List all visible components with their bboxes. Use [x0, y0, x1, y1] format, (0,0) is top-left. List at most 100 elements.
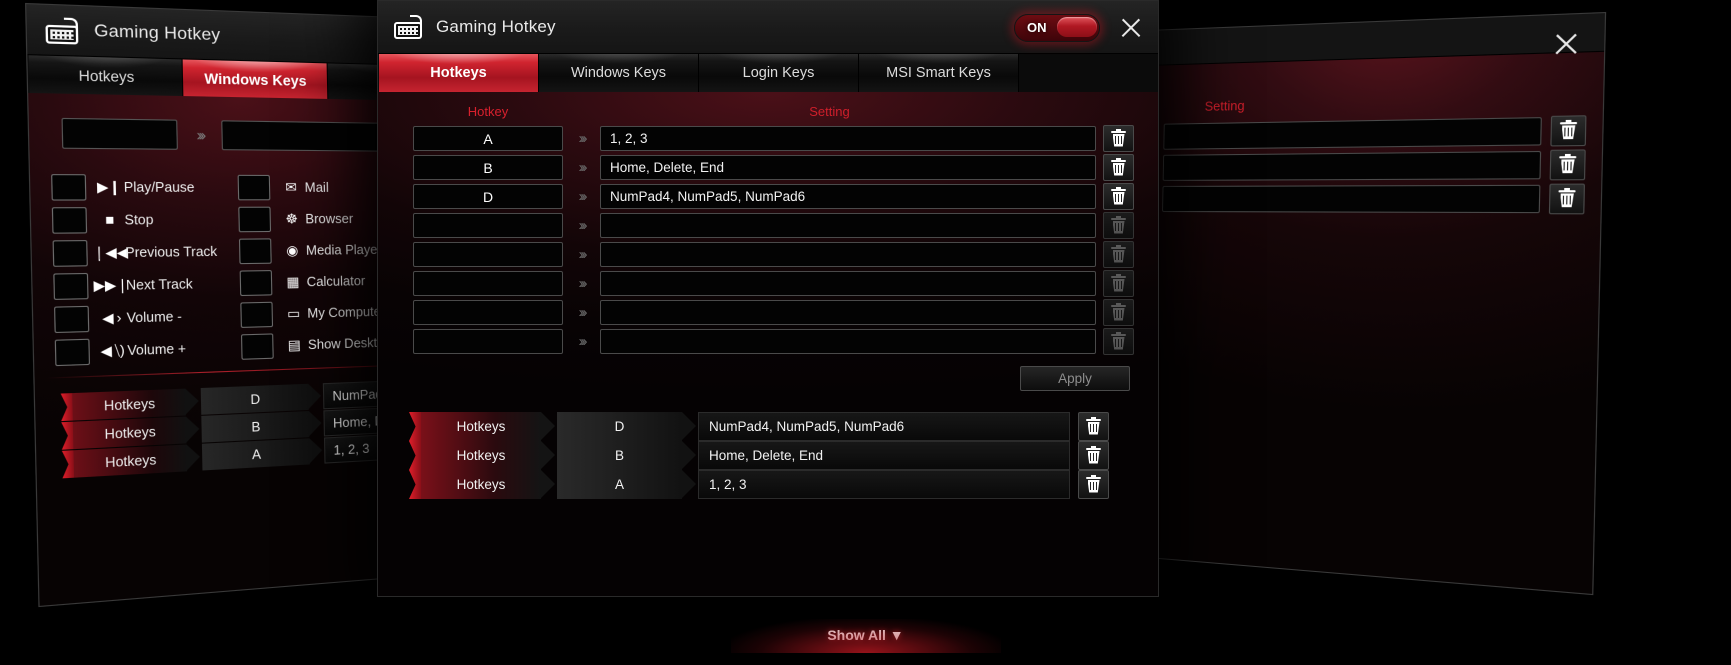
delete-button[interactable] — [1103, 125, 1134, 152]
table-row: D ››› NumPad4, NumPad5, NumPad6 — [413, 182, 1158, 211]
checkbox[interactable] — [54, 305, 90, 333]
power-toggle[interactable]: ON — [1014, 13, 1100, 42]
left-key-play-pause[interactable]: ▶❙ Play/Pause — [51, 173, 216, 201]
delete-button[interactable] — [1549, 148, 1586, 180]
trash-icon — [1111, 157, 1126, 176]
trash-icon — [1111, 128, 1126, 147]
checkbox[interactable] — [54, 338, 91, 366]
right-setting-field[interactable] — [1162, 150, 1542, 181]
hotkey-field[interactable] — [413, 213, 563, 238]
left-key-mail[interactable]: ✉ Mail — [237, 174, 388, 201]
delete-button[interactable] — [1103, 154, 1134, 181]
setting-field[interactable] — [600, 271, 1096, 296]
close-icon[interactable] — [1551, 29, 1581, 59]
delete-button[interactable] — [1103, 183, 1134, 210]
checkbox[interactable] — [237, 174, 271, 200]
left-key-label: Calculator — [306, 273, 366, 289]
volume-up-icon: ◀ ⧹) — [100, 341, 125, 359]
setting-field[interactable] — [600, 300, 1096, 325]
list-item[interactable]: Hotkeys B Home, Delete, End — [409, 441, 1109, 470]
left-key-calculator[interactable]: ▦ Calculator — [239, 267, 390, 296]
next-track-icon: ▶▶❘ — [93, 276, 129, 294]
setting-field[interactable] — [600, 242, 1096, 267]
left-key-next-track[interactable]: ▶▶❘ Next Track — [53, 270, 218, 300]
list-item-key: B — [201, 411, 310, 443]
tab-hotkeys[interactable]: Hotkeys — [379, 54, 539, 92]
trash-icon — [1086, 474, 1101, 493]
list-item[interactable]: Hotkeys D NumPad4, NumPad5, NumPad6 — [409, 412, 1109, 441]
list-item-key: B — [557, 441, 696, 470]
table-row: ››› — [413, 298, 1158, 327]
left-key-volume-up[interactable]: ◀ ⧹) Volume + — [54, 334, 220, 366]
left-key-stop[interactable]: ■ Stop — [51, 206, 217, 234]
show-all-button[interactable]: Show All ▼ — [809, 623, 921, 647]
my-computer-icon: ▭ — [286, 304, 301, 321]
delete-button[interactable] — [1078, 470, 1109, 499]
left-key-media-player[interactable]: ◉ Media Player — [238, 236, 390, 264]
list-item-key: D — [200, 383, 309, 415]
left-key-browser[interactable]: ☸ Browser — [237, 205, 389, 232]
checkbox[interactable] — [238, 237, 272, 264]
setting-field[interactable] — [600, 329, 1096, 354]
left-key-show-desktop[interactable]: ▤ Show Desktop — [240, 329, 392, 360]
hotkey-field[interactable] — [413, 329, 563, 354]
tab-windows-keys[interactable]: Windows Keys — [539, 54, 699, 92]
background-window-right[interactable]: Setting — [1142, 11, 1607, 596]
chevron-right-icon: ››› — [578, 217, 588, 234]
left-key-previous-track[interactable]: ❘◀◀ Previous Track — [52, 238, 218, 267]
left-tab-hotkeys[interactable]: Hotkeys — [28, 55, 184, 97]
checkbox[interactable] — [51, 206, 88, 234]
checkbox[interactable] — [239, 269, 273, 296]
right-setting-field[interactable] — [1162, 184, 1541, 213]
delete-button[interactable] — [1103, 328, 1134, 355]
setting-field[interactable] — [600, 213, 1096, 238]
checkbox[interactable] — [51, 173, 87, 201]
hotkey-field[interactable]: A — [413, 126, 563, 151]
tab-login-keys[interactable]: Login Keys — [699, 54, 859, 92]
left-key-volume-down[interactable]: ◀ › Volume - — [54, 302, 219, 333]
checkbox[interactable] — [53, 272, 89, 300]
delete-button[interactable] — [1103, 212, 1134, 239]
delete-button[interactable] — [1548, 182, 1586, 214]
list-item-key: D — [557, 412, 696, 441]
list-item-category: Hotkeys — [421, 470, 555, 499]
play-pause-icon: ▶❙ — [96, 178, 122, 195]
arrow-marker-icon — [409, 412, 421, 441]
delete-button[interactable] — [1103, 270, 1134, 297]
list-item[interactable]: Hotkeys A 1, 2, 3 — [409, 470, 1109, 499]
delete-button[interactable] — [1103, 299, 1134, 326]
left-key-label: Volume + — [127, 340, 187, 358]
list-item-setting: 1, 2, 3 — [698, 470, 1070, 499]
trash-icon — [1111, 331, 1126, 350]
left-window-title: Gaming Hotkey — [93, 21, 221, 44]
hotkey-field[interactable]: D — [413, 184, 563, 209]
hotkey-field[interactable] — [413, 271, 563, 296]
apply-button[interactable]: Apply — [1020, 366, 1130, 391]
delete-button[interactable] — [1078, 412, 1109, 441]
hotkey-summary-list: Hotkeys D NumPad4, NumPad5, NumPad6 Hotk… — [409, 412, 1109, 499]
hotkey-field[interactable]: B — [413, 155, 563, 180]
hotkey-field[interactable] — [413, 300, 563, 325]
left-key-label: Volume - — [126, 308, 183, 326]
setting-field[interactable]: 1, 2, 3 — [600, 126, 1096, 151]
gaming-hotkey-dialog[interactable]: Gaming Hotkey ON Hotkeys Windows Keys Lo… — [377, 0, 1159, 597]
left-key-label: Media Player — [305, 241, 382, 258]
close-icon[interactable] — [1118, 15, 1144, 41]
checkbox[interactable] — [240, 332, 274, 360]
checkbox[interactable] — [52, 239, 88, 267]
checkbox[interactable] — [239, 301, 273, 328]
setting-field[interactable]: NumPad4, NumPad5, NumPad6 — [600, 184, 1096, 209]
show-all-bar: Show All ▼ — [0, 617, 1731, 653]
delete-button[interactable] — [1078, 441, 1109, 470]
delete-button[interactable] — [1550, 114, 1587, 146]
left-hotkey-field[interactable] — [61, 117, 178, 150]
delete-button[interactable] — [1103, 241, 1134, 268]
left-key-my-computer[interactable]: ▭ My Computer — [239, 298, 391, 328]
left-tab-windows-keys[interactable]: Windows Keys — [182, 59, 329, 99]
right-setting-field[interactable] — [1163, 116, 1542, 150]
table-row: B ››› Home, Delete, End — [413, 153, 1158, 182]
hotkey-field[interactable] — [413, 242, 563, 267]
tab-msi-smart-keys[interactable]: MSI Smart Keys — [859, 54, 1019, 92]
checkbox[interactable] — [237, 206, 271, 232]
setting-field[interactable]: Home, Delete, End — [600, 155, 1096, 180]
